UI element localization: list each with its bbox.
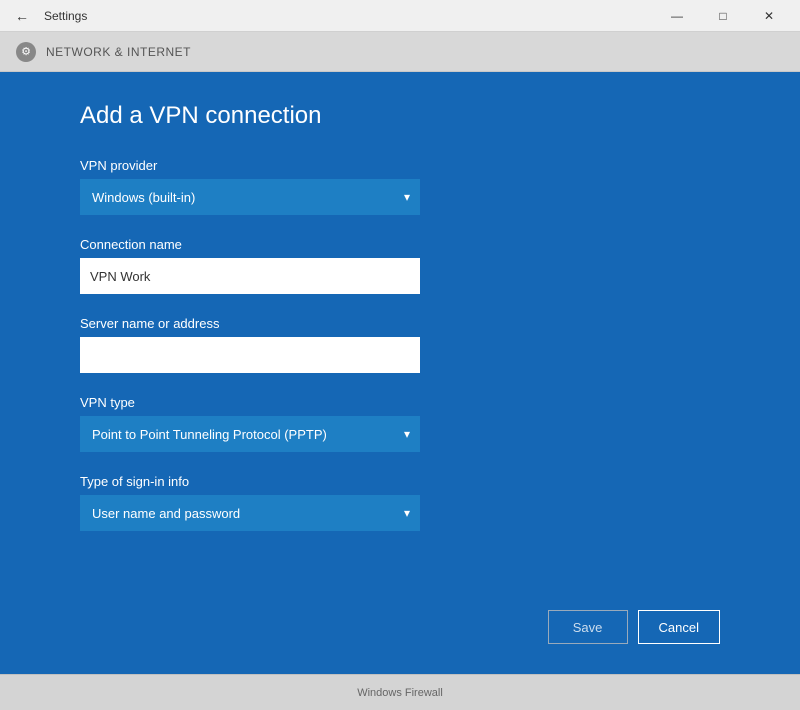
vpn-type-select[interactable]: Point to Point Tunneling Protocol (PPTP)… [80, 416, 420, 452]
connection-name-group: Connection name [80, 237, 720, 294]
vpn-type-group: VPN type Point to Point Tunneling Protoc… [80, 395, 720, 452]
page-title: Add a VPN connection [80, 102, 720, 130]
window-controls: — □ ✕ [654, 0, 792, 32]
server-name-group: Server name or address [80, 316, 720, 373]
cancel-button[interactable]: Cancel [638, 610, 720, 644]
settings-window: ← Settings — □ ✕ ⚙ NETWORK & INTERNET Ad… [0, 0, 800, 710]
settings-header-text: NETWORK & INTERNET [46, 45, 191, 59]
action-buttons: Save Cancel [548, 610, 720, 644]
close-button[interactable]: ✕ [746, 0, 792, 32]
vpn-provider-label: VPN provider [80, 158, 720, 173]
back-button[interactable]: ← [8, 2, 36, 30]
settings-header-bar: ⚙ NETWORK & INTERNET [0, 32, 800, 72]
window-title: Settings [44, 9, 654, 23]
save-button[interactable]: Save [548, 610, 628, 644]
bottom-bar: Windows Firewall [0, 674, 800, 710]
bottom-bar-text: Windows Firewall [357, 687, 443, 699]
vpn-type-select-wrapper: Point to Point Tunneling Protocol (PPTP)… [80, 416, 420, 452]
connection-name-input[interactable] [80, 258, 420, 294]
signin-type-select[interactable]: User name and passwordCertificateOTP [80, 495, 420, 531]
server-name-label: Server name or address [80, 316, 720, 331]
connection-name-label: Connection name [80, 237, 720, 252]
title-bar: ← Settings — □ ✕ [0, 0, 800, 32]
vpn-type-label: VPN type [80, 395, 720, 410]
signin-type-group: Type of sign-in info User name and passw… [80, 474, 720, 531]
server-name-input[interactable] [80, 337, 420, 373]
signin-type-select-wrapper: User name and passwordCertificateOTP ▾ [80, 495, 420, 531]
minimize-button[interactable]: — [654, 0, 700, 32]
signin-type-label: Type of sign-in info [80, 474, 720, 489]
settings-icon: ⚙ [16, 42, 36, 62]
vpn-provider-select[interactable]: Windows (built-in) [80, 179, 420, 215]
maximize-button[interactable]: □ [700, 0, 746, 32]
vpn-provider-select-wrapper: Windows (built-in) ▾ [80, 179, 420, 215]
vpn-form-panel: Add a VPN connection VPN provider Window… [0, 72, 800, 674]
vpn-provider-group: VPN provider Windows (built-in) ▾ [80, 158, 720, 215]
